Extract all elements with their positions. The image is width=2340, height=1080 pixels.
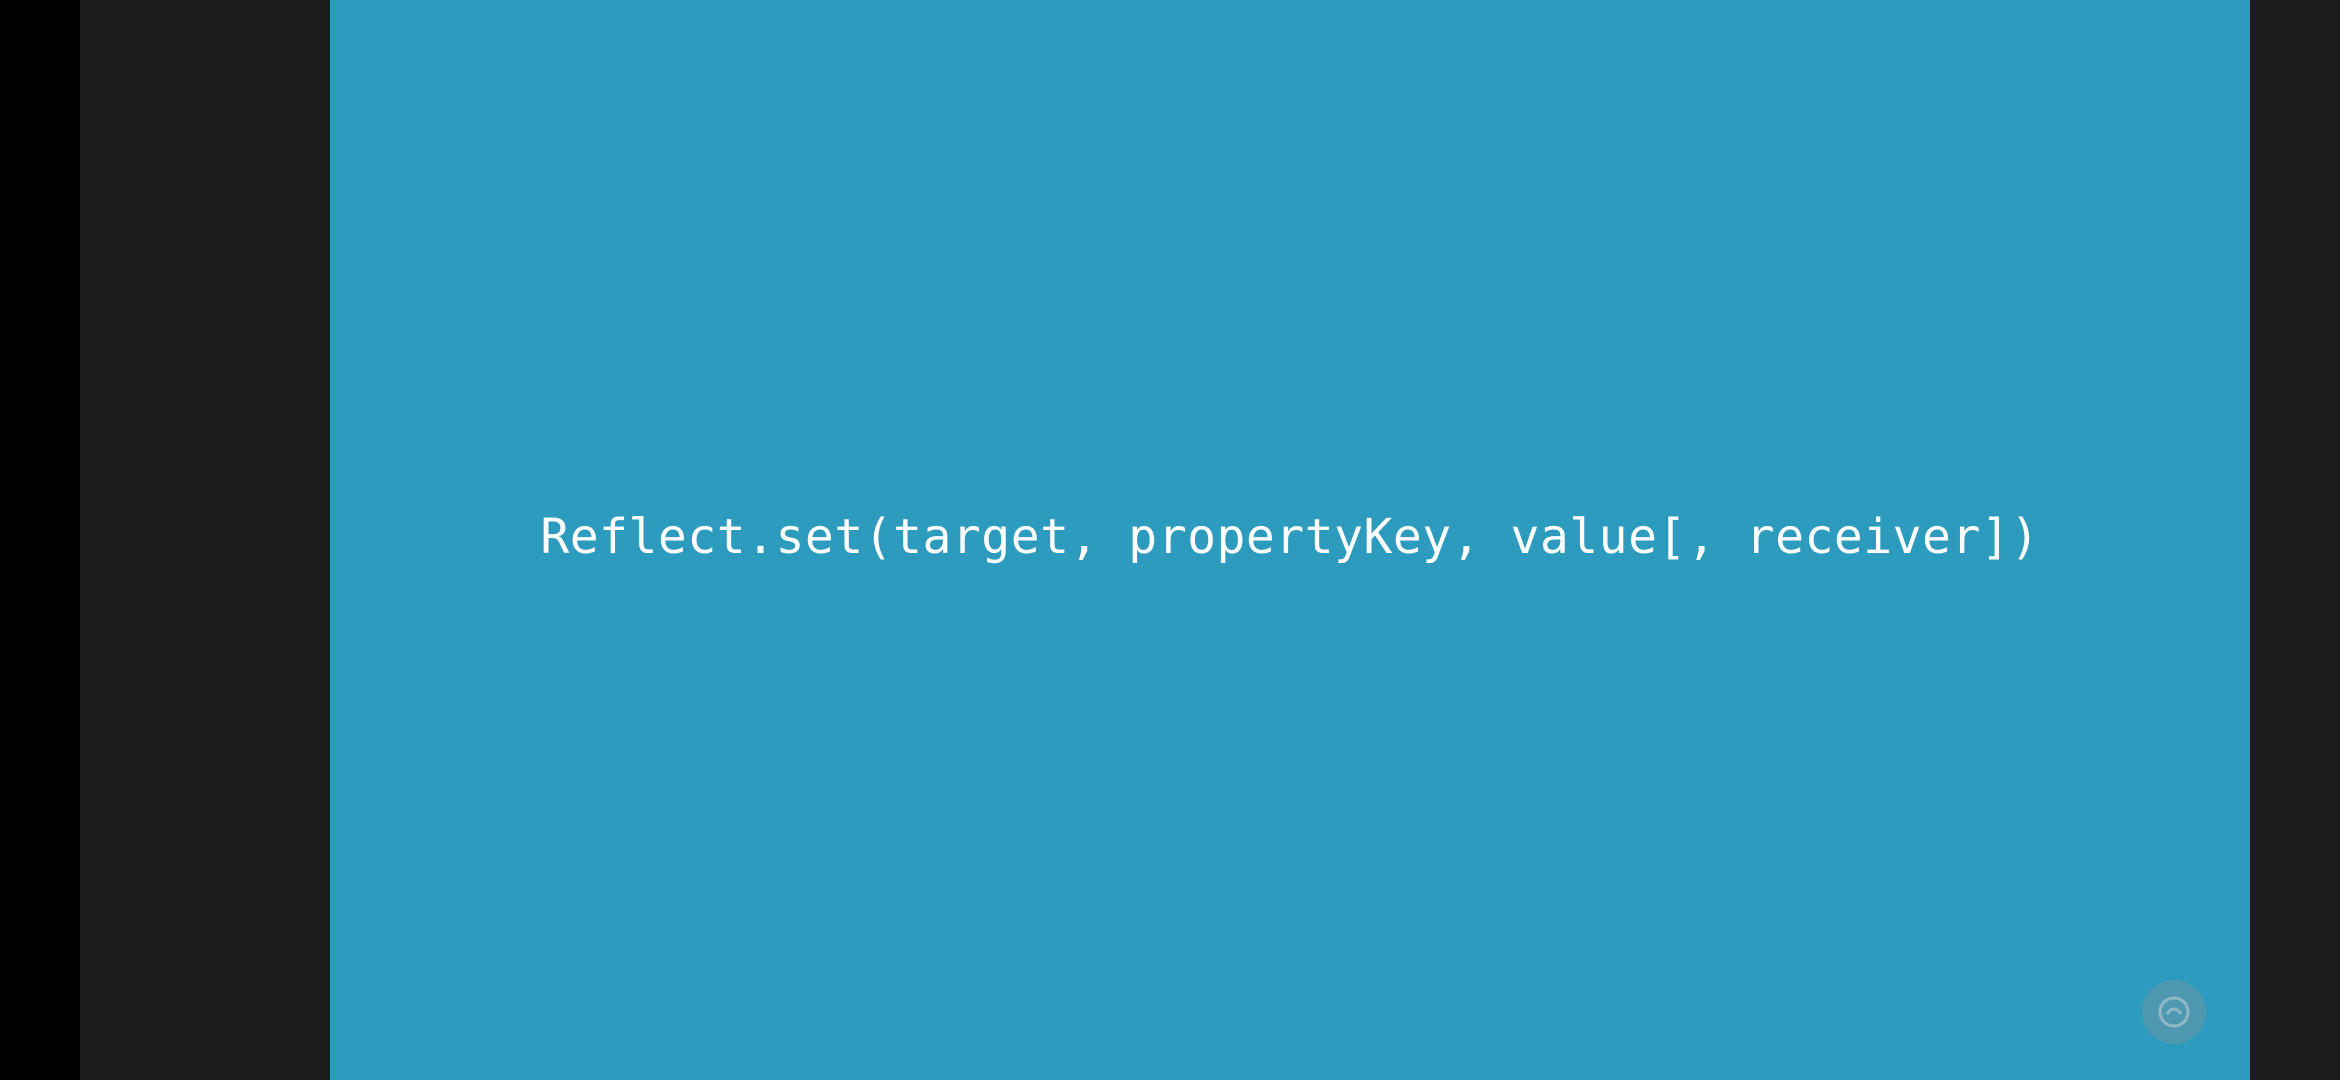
left-edge-bar xyxy=(0,0,80,1080)
logo-watermark-icon xyxy=(2142,980,2206,1044)
presentation-slide: Reflect.set(target, propertyKey, value[,… xyxy=(330,0,2250,1080)
phone-screen: Reflect.set(target, propertyKey, value[,… xyxy=(0,0,2340,1080)
video-player[interactable]: Reflect.set(target, propertyKey, value[,… xyxy=(80,0,2340,1080)
slide-code-text: Reflect.set(target, propertyKey, value[,… xyxy=(540,509,2040,565)
